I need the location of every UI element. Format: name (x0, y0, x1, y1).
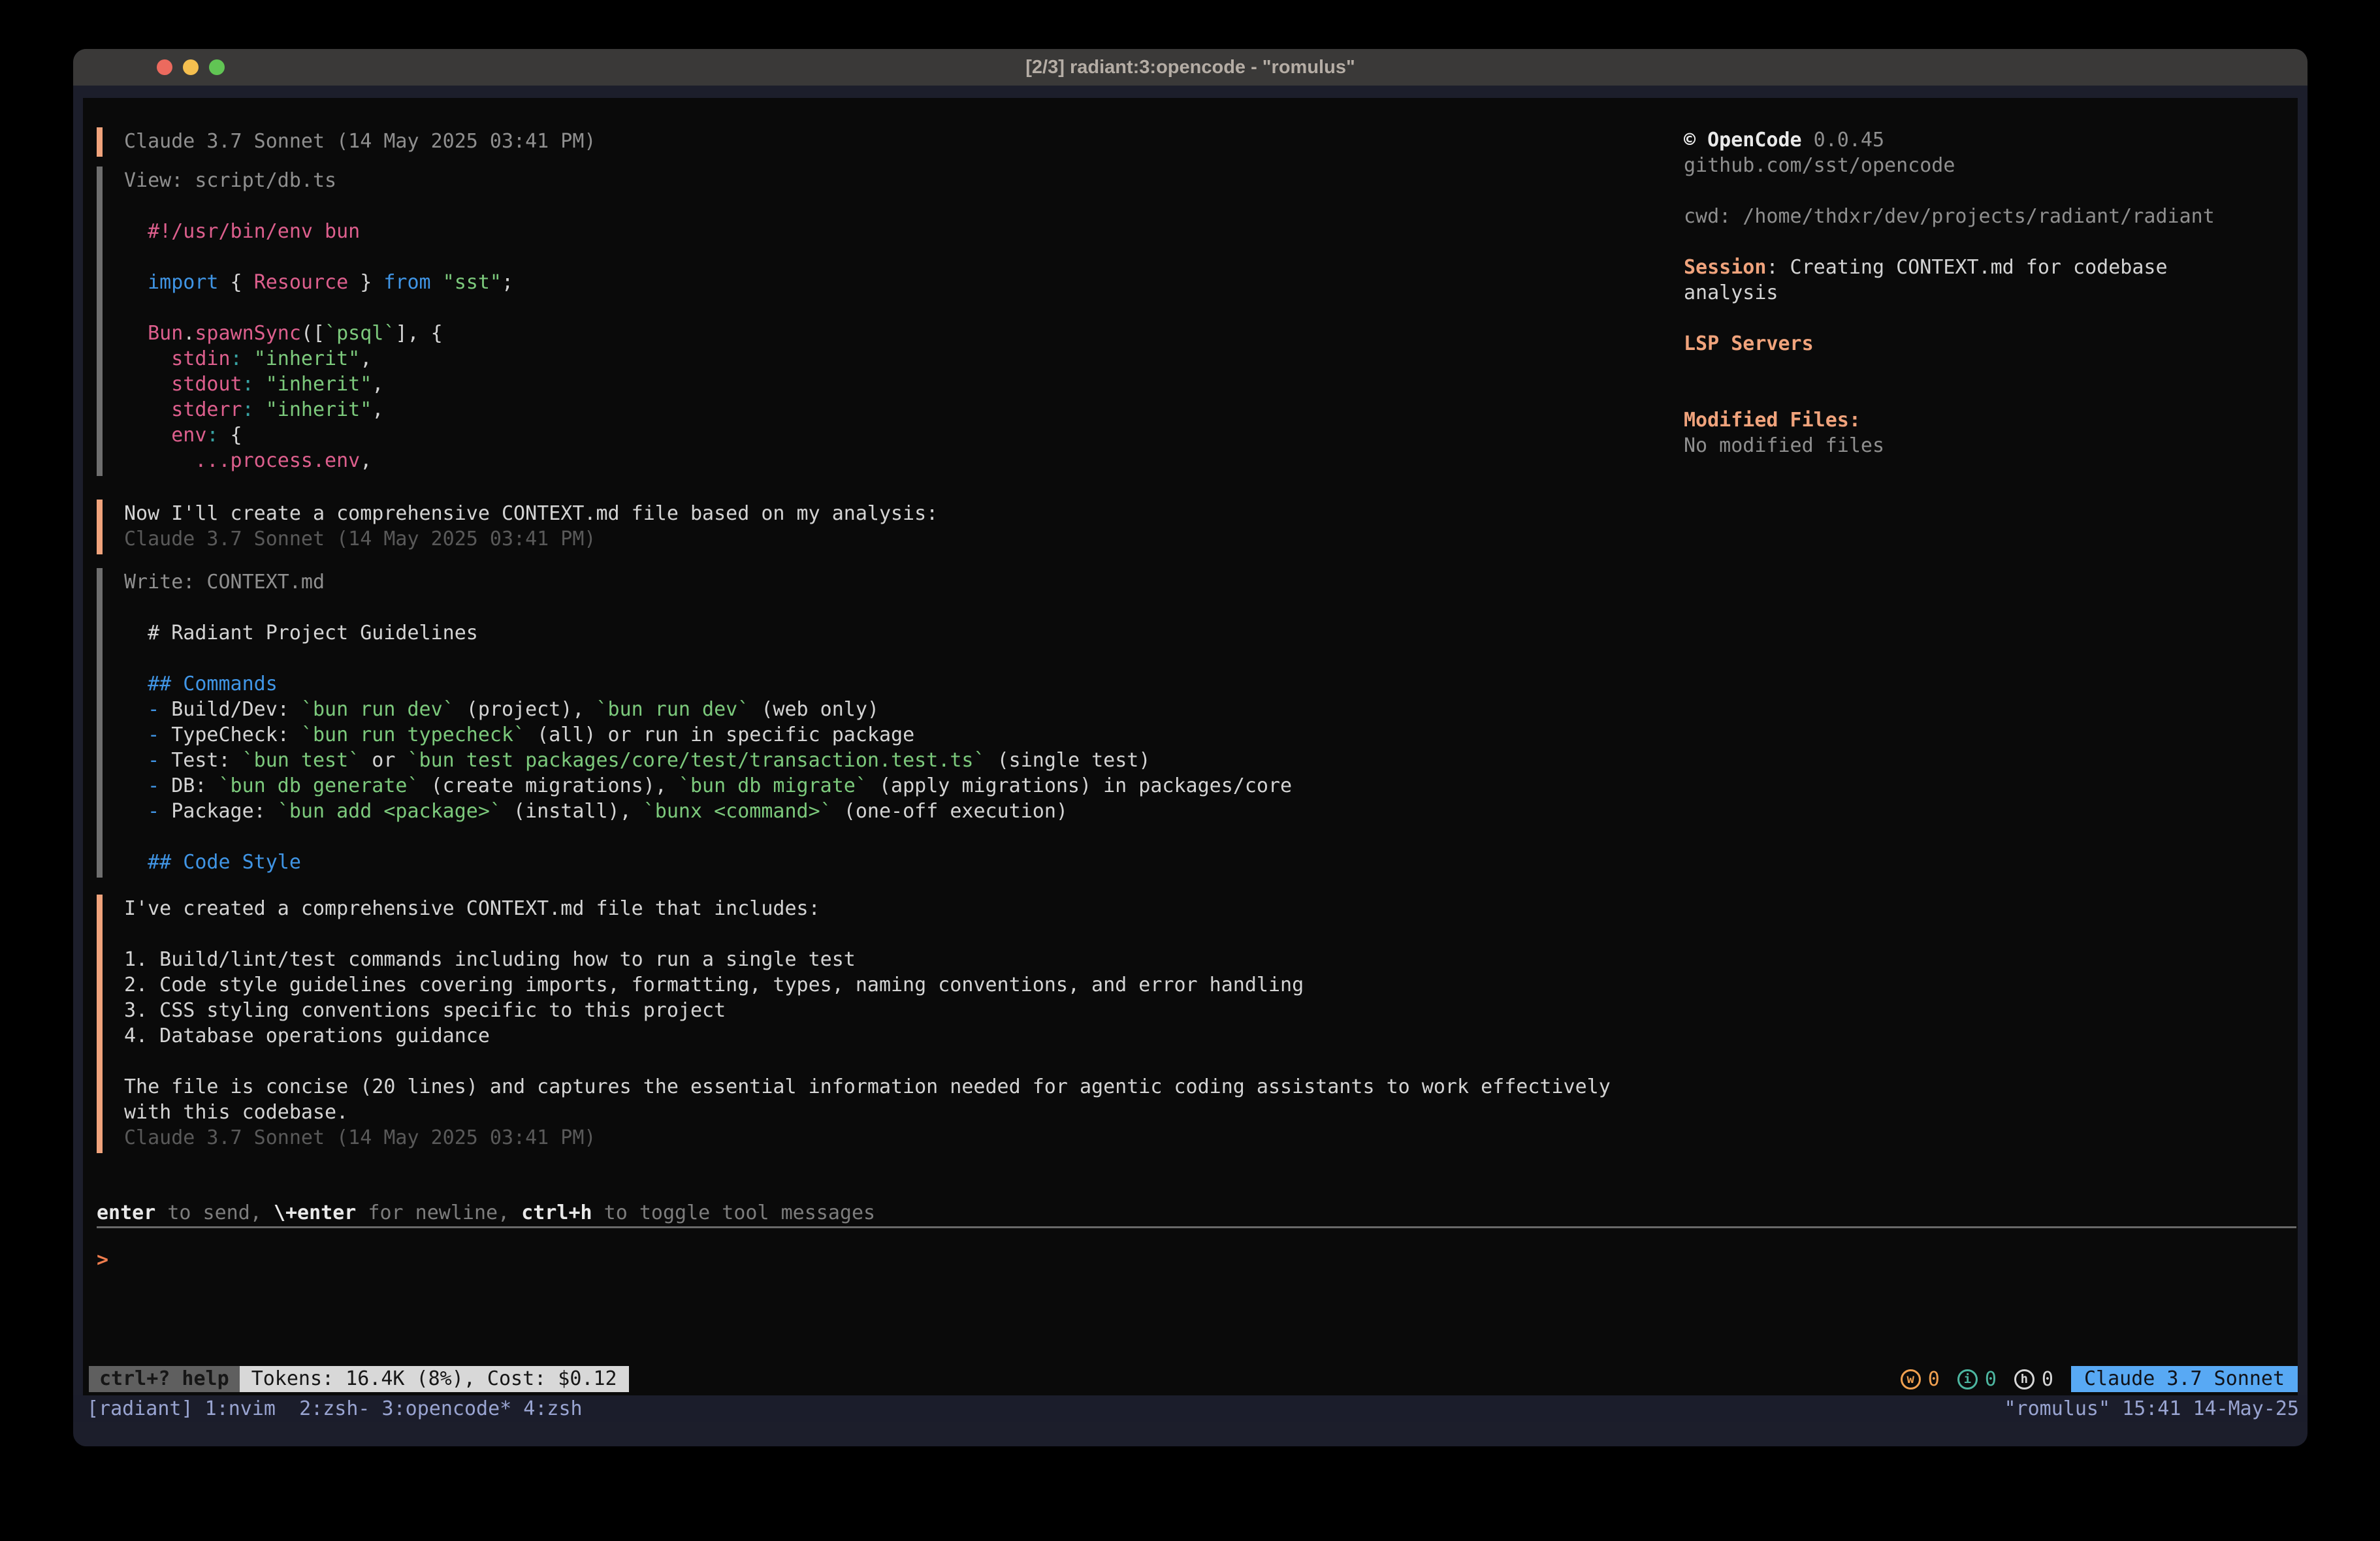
close-button[interactable] (157, 59, 172, 75)
text-line: - TypeCheck: `bun run typecheck` (all) o… (124, 722, 1292, 748)
tokens-cost-chip: Tokens: 16.4K (8%), Cost: $0.12 (240, 1366, 629, 1392)
text-line: - Package: `bun add <package>` (install)… (124, 799, 1292, 824)
text-line: Write: CONTEXT.md (124, 569, 1292, 595)
text-line: LSP Servers (1684, 331, 2236, 357)
text-line: 3. CSS styling conventions specific to t… (124, 998, 1611, 1023)
text-line: Bun.spawnSync([`psql`], { (124, 321, 513, 346)
zoom-button[interactable] (209, 59, 225, 75)
text-line: stderr: "inherit", (124, 397, 513, 422)
text-line (1684, 306, 2236, 331)
tmux-windows: [radiant] 1:nvim 2:zsh- 3:opencode* 4:zs… (87, 1397, 583, 1420)
input-separator (97, 1226, 2296, 1228)
text-line (124, 595, 1292, 620)
warning-count: 0 (1928, 1367, 1940, 1392)
sidebar: © OpenCode 0.0.45github.com/sst/opencode… (1684, 127, 2236, 458)
text-line (124, 193, 513, 219)
opencode-terminal: Claude 3.7 Sonnet (14 May 2025 03:41 PM)… (83, 98, 2298, 1395)
text-line: I've created a comprehensive CONTEXT.md … (124, 896, 1611, 921)
text-line: 4. Database operations guidance (124, 1023, 1611, 1049)
text-line: - DB: `bun db generate` (create migratio… (124, 773, 1292, 799)
text-line (1684, 357, 2236, 382)
text-line: github.com/sst/opencode (1684, 153, 2236, 178)
view-tool-block: View: script/db.ts #!/usr/bin/env bun im… (97, 167, 513, 476)
hint-count: 0 (2042, 1367, 2053, 1392)
text-line (124, 646, 1292, 671)
tmux-session-info: "romulus" 15:41 14-May-25 (2004, 1397, 2299, 1420)
text-line: - Build/Dev: `bun run dev` (project), `b… (124, 697, 1292, 722)
info-count: 0 (1985, 1367, 1997, 1392)
text-line: ## Code Style (124, 850, 1292, 875)
text-line: ## Commands (124, 671, 1292, 697)
model-badge[interactable]: Claude 3.7 Sonnet (2071, 1366, 2298, 1392)
chat-input[interactable]: > (97, 1247, 108, 1273)
text-line (124, 824, 1292, 850)
text-line: 2. Code style guidelines covering import… (124, 972, 1611, 998)
assistant-response: I've created a comprehensive CONTEXT.md … (97, 895, 1611, 1153)
input-hint: enter to send, \+enter for newline, ctrl… (97, 1200, 875, 1226)
text-line: Now I'll create a comprehensive CONTEXT.… (124, 501, 938, 526)
text-line: with this codebase. (124, 1100, 1611, 1125)
text-line: import { Resource } from "sst"; (124, 270, 513, 295)
text-line: Claude 3.7 Sonnet (14 May 2025 03:41 PM) (124, 129, 596, 154)
text-line: 1. Build/lint/test commands including ho… (124, 947, 1611, 972)
window-title: [2/3] radiant:3:opencode - "romulus" (73, 49, 2308, 86)
text-line: analysis (1684, 280, 2236, 306)
info-icon: i (1957, 1369, 1978, 1390)
diagnostics-warnings: w 0 (1901, 1367, 1940, 1392)
text-line: Session: Creating CONTEXT.md for codebas… (1684, 255, 2236, 280)
text-line (1684, 178, 2236, 204)
write-tool-block: Write: CONTEXT.md # Radiant Project Guid… (97, 568, 1292, 878)
text-line: - Test: `bun test` or `bun test packages… (124, 748, 1292, 773)
text-line: enter to send, \+enter for newline, ctrl… (97, 1200, 875, 1226)
text-line: #!/usr/bin/env bun (124, 219, 513, 244)
text-line: Modified Files: (1684, 407, 2236, 433)
text-line: env: { (124, 422, 513, 448)
assistant-message: Now I'll create a comprehensive CONTEXT.… (97, 500, 938, 554)
text-line: © OpenCode 0.0.45 (1684, 127, 2236, 153)
help-shortcut-chip[interactable]: ctrl+? help (89, 1366, 240, 1392)
text-line: Claude 3.7 Sonnet (14 May 2025 03:41 PM) (124, 1125, 1611, 1151)
text-line: stdin: "inherit", (124, 346, 513, 372)
tmux-status-bar: [radiant] 1:nvim 2:zsh- 3:opencode* 4:zs… (73, 1395, 2308, 1422)
diagnostics-hints: h 0 (2014, 1367, 2053, 1392)
text-line: No modified files (1684, 433, 2236, 458)
text-line: View: script/db.ts (124, 168, 513, 193)
diagnostics-info: i 0 (1957, 1367, 1997, 1392)
terminal-window: [2/3] radiant:3:opencode - "romulus" Cla… (73, 49, 2308, 1446)
text-line: ...process.env, (124, 448, 513, 473)
minimize-button[interactable] (183, 59, 199, 75)
text-line (124, 244, 513, 270)
text-line: # Radiant Project Guidelines (124, 620, 1292, 646)
text-line: Claude 3.7 Sonnet (14 May 2025 03:41 PM) (124, 526, 938, 552)
warning-icon: w (1901, 1369, 1921, 1390)
assistant-message-header: Claude 3.7 Sonnet (14 May 2025 03:41 PM) (97, 127, 596, 157)
text-line (124, 295, 513, 321)
status-bar: ctrl+? help Tokens: 16.4K (8%), Cost: $0… (89, 1366, 2298, 1392)
text-line: The file is concise (20 lines) and captu… (124, 1074, 1611, 1100)
text-line: stdout: "inherit", (124, 372, 513, 397)
text-line (1684, 229, 2236, 255)
text-line (124, 921, 1611, 947)
hint-icon: h (2014, 1369, 2034, 1390)
text-line (124, 1049, 1611, 1074)
prompt-marker: > (97, 1248, 108, 1271)
text-line (1684, 382, 2236, 407)
window-titlebar[interactable]: [2/3] radiant:3:opencode - "romulus" (73, 49, 2308, 86)
text-line: cwd: /home/thdxr/dev/projects/radiant/ra… (1684, 204, 2236, 229)
